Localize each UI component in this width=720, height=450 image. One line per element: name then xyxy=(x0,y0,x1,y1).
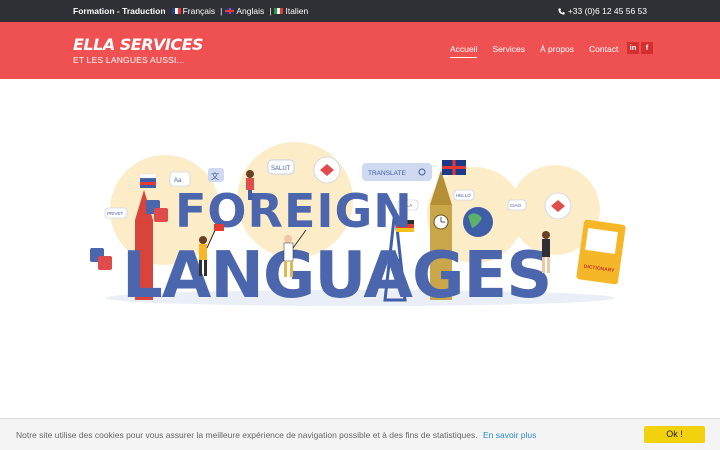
bubble-privet: PRIVET xyxy=(107,211,124,216)
nav-item-contact[interactable]: Contact xyxy=(589,44,618,58)
facebook-icon[interactable]: f xyxy=(641,42,653,54)
cookie-more-link[interactable]: En savoir plus xyxy=(483,430,536,440)
top-bar-left: Formation - Traduction Français | Anglai… xyxy=(73,6,310,16)
uk-flag-icon xyxy=(225,8,235,14)
hero-word-languages: LANGUAGES xyxy=(122,239,551,313)
top-bar: Formation - Traduction Français | Anglai… xyxy=(0,0,720,22)
globe-illustration xyxy=(463,207,493,237)
language-link-fr[interactable]: Français xyxy=(183,6,216,16)
language-separator: | xyxy=(220,6,223,16)
logo-tagline: ET LES LANGUES AUSSI... xyxy=(73,55,185,65)
language-separator: | xyxy=(269,6,272,16)
bubble-ciao: CIAO xyxy=(510,203,522,208)
nav-item-a-propos[interactable]: À propos xyxy=(540,44,574,58)
logo-title[interactable]: ELLA SERVICES xyxy=(73,35,204,54)
hero-word-foreign: FOREIGN xyxy=(175,184,413,238)
cookie-message: Notre site utilise des cookies pour vous… xyxy=(16,430,478,440)
hero-illustration: DICTIONARY SALUT TRANSLATE HELLO Aa 文 PR… xyxy=(90,142,626,313)
language-link-en[interactable]: Anglais xyxy=(236,6,264,16)
top-bar-contact: +33 (0)6 12 45 56 53 xyxy=(558,6,647,16)
bubble-salut: SALUT xyxy=(271,166,291,172)
bubble-hello: HELLO xyxy=(456,193,471,198)
main-nav: Accueil Services À propos Contact xyxy=(450,44,633,58)
cookie-accept-button[interactable]: Ok ! xyxy=(644,426,705,443)
french-flag-icon xyxy=(171,8,181,14)
social-links: in f xyxy=(627,42,655,54)
phone-icon xyxy=(558,7,565,15)
nav-item-services[interactable]: Services xyxy=(492,44,525,58)
site-header: ELLA SERVICES ET LES LANGUES AUSSI... Ac… xyxy=(0,22,720,79)
cookie-message-line: Notre site utilise des cookies pour vous… xyxy=(16,430,536,440)
phone-number[interactable]: +33 (0)6 12 45 56 53 xyxy=(568,6,647,16)
linkedin-icon[interactable]: in xyxy=(627,42,639,54)
dictionary-book-illustration: DICTIONARY xyxy=(576,219,626,285)
bubble-translate: TRANSLATE xyxy=(368,170,406,177)
bubble-kanji: 文 xyxy=(211,171,219,181)
language-link-it[interactable]: Italien xyxy=(285,6,308,16)
cookie-banner: Notre site utilise des cookies pour vous… xyxy=(0,418,720,450)
top-bar-brand: Formation - Traduction xyxy=(73,6,166,16)
italian-flag-icon xyxy=(274,8,284,14)
nav-item-accueil[interactable]: Accueil xyxy=(450,44,478,58)
